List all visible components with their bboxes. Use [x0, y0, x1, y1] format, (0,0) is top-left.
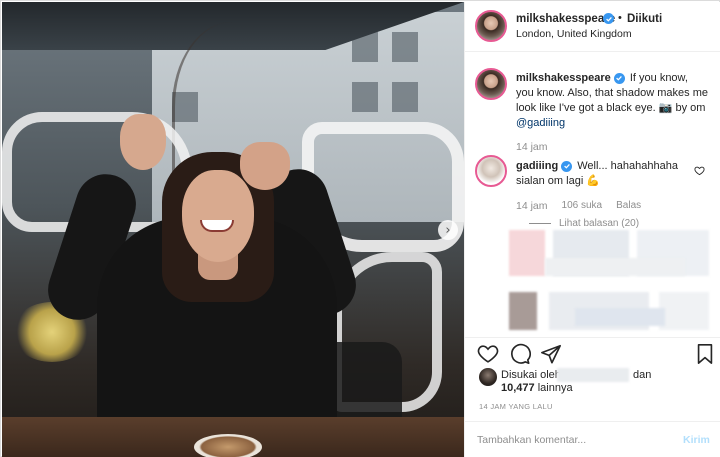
liker-avatar[interactable]	[479, 368, 497, 386]
blurred-reply-text	[545, 258, 685, 276]
commenter-username[interactable]: gadiiing	[516, 160, 558, 172]
comment-item: gadiiing Well... hahahahhaha sialan om l…	[516, 159, 694, 189]
author-username[interactable]: milkshakesspeare	[516, 13, 615, 25]
replies-divider-line	[529, 223, 551, 224]
comment-like-count[interactable]: 106 suka	[562, 200, 603, 212]
following-status-button[interactable]: Diikuti	[627, 13, 662, 25]
comment-icon[interactable]	[509, 343, 531, 365]
blurred-reply-text	[575, 308, 665, 326]
caption-mention-link[interactable]: @gadiiing	[516, 117, 565, 129]
next-photo-button[interactable]: ›	[438, 220, 458, 240]
caption-author-avatar[interactable]	[475, 68, 507, 100]
likes-count-button[interactable]: 10,477 lainnya	[501, 382, 573, 394]
post-location-link[interactable]: London, United Kingdom	[516, 28, 632, 40]
comment-like-heart-icon[interactable]	[694, 165, 705, 176]
likes-count: 10,477	[501, 382, 535, 394]
caption-timestamp[interactable]: 14 jam	[516, 141, 548, 153]
commenter-avatar[interactable]	[475, 155, 507, 187]
photo-coffee-cup	[194, 434, 262, 457]
comment-meta: 14 jam 106 suka Balas	[516, 200, 641, 212]
post-action-bar	[465, 337, 720, 369]
blurred-liker-username	[557, 368, 629, 382]
share-icon[interactable]	[540, 343, 562, 365]
photo-person-hand-left	[120, 114, 166, 170]
photo-person-face	[182, 170, 254, 262]
bookmark-icon[interactable]	[695, 343, 715, 365]
photo-person-hand-right	[240, 142, 290, 190]
header-separator: •	[618, 12, 622, 24]
post-timestamp[interactable]: 14 JAM YANG LALU	[479, 402, 553, 411]
instagram-post-dialog: › milkshakesspeare • Diikuti London, Uni…	[0, 0, 720, 457]
caption-username[interactable]: milkshakesspeare	[516, 72, 611, 84]
verified-badge-icon	[603, 13, 614, 24]
post-photo[interactable]: ›	[2, 2, 464, 457]
comment-timestamp[interactable]: 14 jam	[516, 200, 548, 212]
verified-badge-icon	[561, 160, 573, 172]
comment-input[interactable]	[477, 430, 667, 450]
post-header: milkshakesspeare • Diikuti London, Unite…	[465, 2, 720, 52]
post-side-panel: milkshakesspeare • Diikuti London, Unite…	[464, 2, 720, 457]
likes-and: dan	[633, 369, 652, 381]
post-comment-button[interactable]: Kirim	[683, 434, 710, 446]
comment-reply-button[interactable]: Balas	[616, 200, 641, 212]
likes-prefix: Disukai oleh	[501, 369, 561, 381]
likes-others: lainnya	[537, 382, 573, 394]
verified-badge-icon	[613, 72, 625, 84]
post-caption: milkshakesspeare If you know, you know. …	[516, 71, 708, 131]
chevron-right-icon: ›	[445, 222, 451, 238]
author-avatar[interactable]	[475, 10, 507, 42]
view-replies-button[interactable]: Lihat balasan (20)	[529, 218, 639, 229]
view-replies-label: Lihat balasan (20)	[559, 218, 640, 229]
add-comment-section: Kirim	[465, 421, 720, 457]
like-heart-icon[interactable]	[477, 343, 499, 365]
